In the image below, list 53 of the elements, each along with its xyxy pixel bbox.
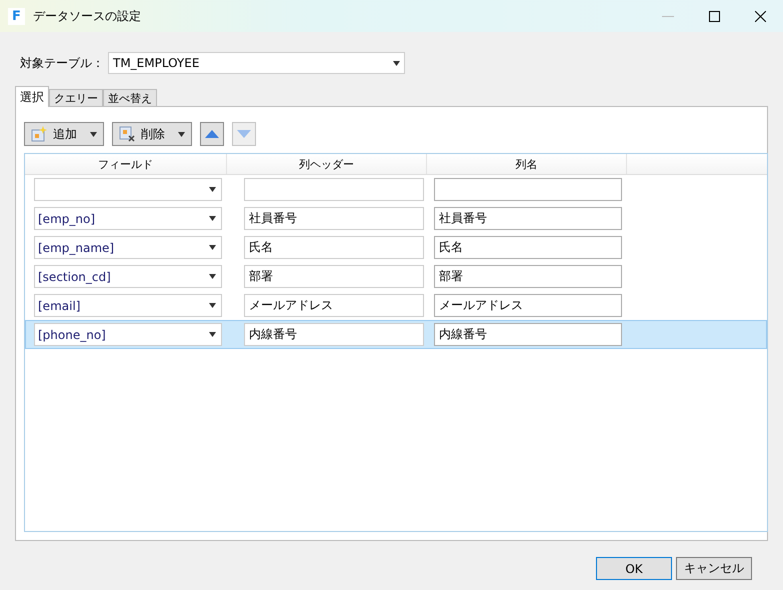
caret-icon [209,245,216,250]
caret-icon [209,274,216,279]
tab[interactable]: クエリー [49,89,103,107]
caret-icon [209,332,216,337]
delete-row-icon [119,126,135,142]
tab[interactable]: 選択 [15,86,49,107]
grid-row[interactable]: [section_cd] 部署 部署 [25,262,767,291]
cancel-button[interactable]: キャンセル [676,557,752,580]
ok-button[interactable]: OK [596,557,672,580]
column-name-field[interactable]: 内線番号 [434,323,622,346]
field-dropdown[interactable]: [section_cd] [34,265,222,288]
grid-row[interactable]: [emp_name] 氏名 氏名 [25,233,767,262]
grid-row[interactable]: [phone_no] 内線番号 内線番号 [25,320,767,349]
column-header-field[interactable]: 部署 [244,265,424,288]
caret-icon [209,216,216,221]
column-header: フィールド [25,154,227,174]
grid-row[interactable]: [emp_no] 社員番号 社員番号 [25,204,767,233]
column-header-field[interactable]: メールアドレス [244,294,424,317]
column-name-field[interactable]: 部署 [434,265,622,288]
add-row-icon [31,126,47,142]
column-name-field[interactable] [434,178,622,201]
column-name-field[interactable]: 氏名 [434,236,622,259]
column-header: 列ヘッダー [227,154,427,174]
column-header-field[interactable]: 社員番号 [244,207,424,230]
column-header-field[interactable] [244,178,424,201]
grid-row[interactable]: [email] メールアドレス メールアドレス [25,291,767,320]
down-arrow-icon [237,130,251,138]
field-dropdown[interactable]: [email] [34,294,222,317]
close-icon [754,10,766,22]
window-title: データソースの設定 [33,8,142,24]
column-header: 列名 [427,154,627,174]
caret-icon [209,187,216,192]
column-name-field[interactable]: 社員番号 [434,207,622,230]
tab[interactable]: 並べ替え [103,89,157,107]
delete-button[interactable]: 削除 [112,122,192,146]
target-table-dropdown[interactable]: TM_EMPLOYEE [108,52,405,74]
field-dropdown[interactable]: [emp_no] [34,207,222,230]
move-up-button[interactable] [200,122,224,146]
field-dropdown[interactable]: [emp_name] [34,236,222,259]
column-header-field[interactable]: 内線番号 [244,323,424,346]
caret-icon [393,60,400,66]
caret-icon [178,132,185,136]
field-dropdown[interactable]: [phone_no] [34,323,222,346]
column-name-field[interactable]: メールアドレス [434,294,622,317]
up-arrow-icon [205,130,219,138]
app-logo: F [8,8,25,24]
target-table-label: 対象テーブル： [20,54,104,72]
caret-icon [209,303,216,308]
add-button[interactable]: 追加 [24,122,104,146]
field-dropdown[interactable] [34,178,222,201]
caret-icon [90,132,97,136]
maximize-icon [708,10,720,22]
column-header-field[interactable]: 氏名 [244,236,424,259]
